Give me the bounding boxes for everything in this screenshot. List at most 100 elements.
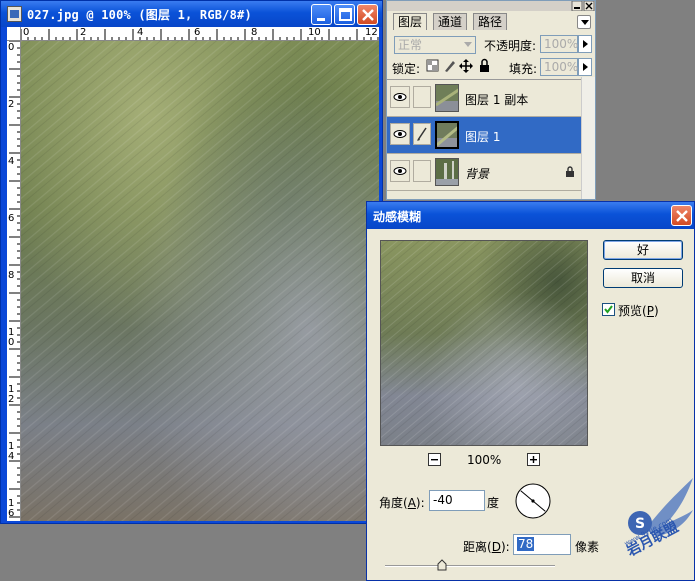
close-icon — [676, 210, 688, 222]
blend-mode-value: 正常 — [398, 38, 423, 52]
lock-transparency-icon — [426, 59, 439, 72]
lock-all-icon — [480, 58, 489, 72]
chevron-right-icon — [583, 63, 588, 71]
fill-label: 填充: — [509, 62, 538, 76]
checkmark-icon — [604, 305, 613, 314]
ok-button[interactable]: 好 — [603, 240, 683, 260]
blend-mode-select[interactable]: 正常 — [394, 36, 476, 54]
angle-input[interactable]: -40 — [429, 490, 485, 511]
plus-icon — [530, 456, 537, 463]
ruler-tick-label: 6 — [194, 27, 201, 38]
layer-link-slot[interactable] — [413, 86, 431, 108]
distance-unit: 像素 — [575, 540, 600, 554]
watermark: S 岩月联盟 www.9yue.com — [615, 470, 695, 581]
close-icon — [362, 9, 374, 21]
layer-name: 背景 — [465, 167, 490, 181]
layer-list: 图层 1 副本 图层 1 背景 — [387, 79, 581, 199]
preview-image — [381, 241, 587, 445]
opacity-input[interactable]: 100% — [540, 35, 578, 53]
opacity-slider-button[interactable] — [578, 35, 592, 53]
ruler-tick-label: 10 — [308, 27, 321, 38]
motion-blurred-image — [21, 41, 379, 521]
document-title: 027.jpg @ 100% (图层 1, RGB/8#) — [27, 8, 252, 22]
lock-options — [426, 58, 489, 73]
panel-title-bar[interactable] — [387, 1, 595, 11]
image-canvas[interactable] — [21, 41, 379, 521]
filter-preview[interactable] — [380, 240, 588, 446]
cancel-button[interactable]: 取消 — [603, 268, 683, 288]
document-icon — [7, 6, 22, 22]
distance-slider-thumb[interactable] — [437, 559, 447, 571]
brush-icon — [417, 127, 427, 141]
minimize-icon — [317, 18, 325, 21]
lock-move-icon — [459, 59, 473, 73]
document-title-bar[interactable]: 027.jpg @ 100% (图层 1, RGB/8#) — [1, 1, 382, 27]
preview-checkbox[interactable] — [602, 303, 615, 316]
layers-panel: 图层 通道 路径 正常 不透明度: 100% 锁定: 填充: 100% 图层 1… — [386, 0, 596, 200]
fill-slider-button[interactable] — [578, 58, 592, 76]
zoom-in-button[interactable] — [527, 453, 540, 466]
zoom-level: 100% — [467, 453, 502, 467]
ruler-tick-label: 2 — [8, 99, 15, 110]
maximize-icon — [339, 8, 352, 21]
ruler-origin[interactable] — [7, 27, 21, 41]
layer-row[interactable]: 背景 — [387, 154, 581, 191]
layer-row-selected[interactable]: 图层 1 — [387, 117, 581, 154]
ruler-tick-label: 8 — [251, 27, 258, 38]
ruler-tick-label: 1 0 — [8, 327, 15, 348]
tab-paths[interactable]: 路径 — [473, 13, 508, 30]
brush-slot[interactable] — [413, 123, 431, 145]
visibility-toggle[interactable] — [390, 160, 410, 182]
ruler-tick-label: 1 4 — [8, 441, 15, 462]
maximize-button[interactable] — [334, 4, 355, 25]
layer-name: 图层 1 副本 — [465, 93, 529, 107]
layer-name: 图层 1 — [465, 130, 501, 144]
eye-icon — [393, 93, 407, 101]
layer-thumbnail — [435, 84, 459, 112]
lock-paint-icon — [445, 61, 455, 72]
opacity-label: 不透明度: — [484, 39, 537, 53]
dialog-title: 动感模糊 — [373, 210, 422, 224]
ruler-ticks — [20, 29, 379, 40]
ruler-tick-label: 4 — [8, 156, 15, 167]
eye-icon — [393, 130, 407, 138]
panel-menu-button[interactable] — [577, 15, 591, 29]
layer-link-slot[interactable] — [413, 160, 431, 182]
layer-lock-icon — [566, 166, 574, 177]
ruler-tick-label: 1 6 — [8, 498, 15, 519]
angle-label: 角度(A): — [379, 496, 425, 510]
ruler-tick-label: 0 — [23, 27, 30, 38]
visibility-toggle[interactable] — [390, 123, 410, 145]
ruler-tick-label: 1 2 — [8, 384, 15, 405]
minimize-button[interactable] — [311, 4, 332, 25]
layers-scrollbar[interactable] — [581, 77, 595, 199]
ruler-tick-label: 8 — [8, 270, 15, 281]
visibility-toggle[interactable] — [390, 86, 410, 108]
distance-slider-track[interactable] — [385, 565, 555, 567]
tab-channels[interactable]: 通道 — [433, 13, 468, 30]
layer-thumbnail — [435, 121, 459, 149]
minus-icon — [431, 459, 438, 461]
angle-unit: 度 — [487, 496, 500, 510]
dialog-close-button[interactable] — [671, 205, 692, 226]
document-window: 027.jpg @ 100% (图层 1, RGB/8#) 0 2 4 6 8 10 12 … — [0, 0, 383, 524]
angle-dial[interactable] — [514, 482, 552, 520]
ruler-tick-label: 6 — [8, 213, 15, 224]
horizontal-ruler[interactable]: 0 2 4 6 8 10 12 — [7, 27, 379, 41]
preview-label: 预览(P) — [618, 304, 659, 318]
distance-value: 78 — [517, 537, 535, 551]
layer-thumbnail — [435, 158, 459, 186]
dialog-title-bar[interactable]: 动感模糊 — [367, 202, 694, 229]
tab-layers[interactable]: 图层 — [393, 13, 428, 30]
ruler-tick-label: 4 — [137, 27, 144, 38]
eye-icon — [393, 167, 407, 175]
distance-input[interactable]: 78 — [513, 534, 571, 555]
zoom-out-button[interactable] — [428, 453, 441, 466]
ruler-tick-label: 12 — [365, 27, 378, 38]
close-button[interactable] — [357, 4, 378, 25]
layer-row[interactable]: 图层 1 副本 — [387, 80, 581, 117]
ruler-tick-label: 2 — [80, 27, 87, 38]
vertical-ruler[interactable]: 0 2 4 6 8 1 0 1 2 1 4 1 6 — [7, 41, 21, 521]
panel-close-icon — [571, 1, 595, 11]
fill-input[interactable]: 100% — [540, 58, 578, 76]
